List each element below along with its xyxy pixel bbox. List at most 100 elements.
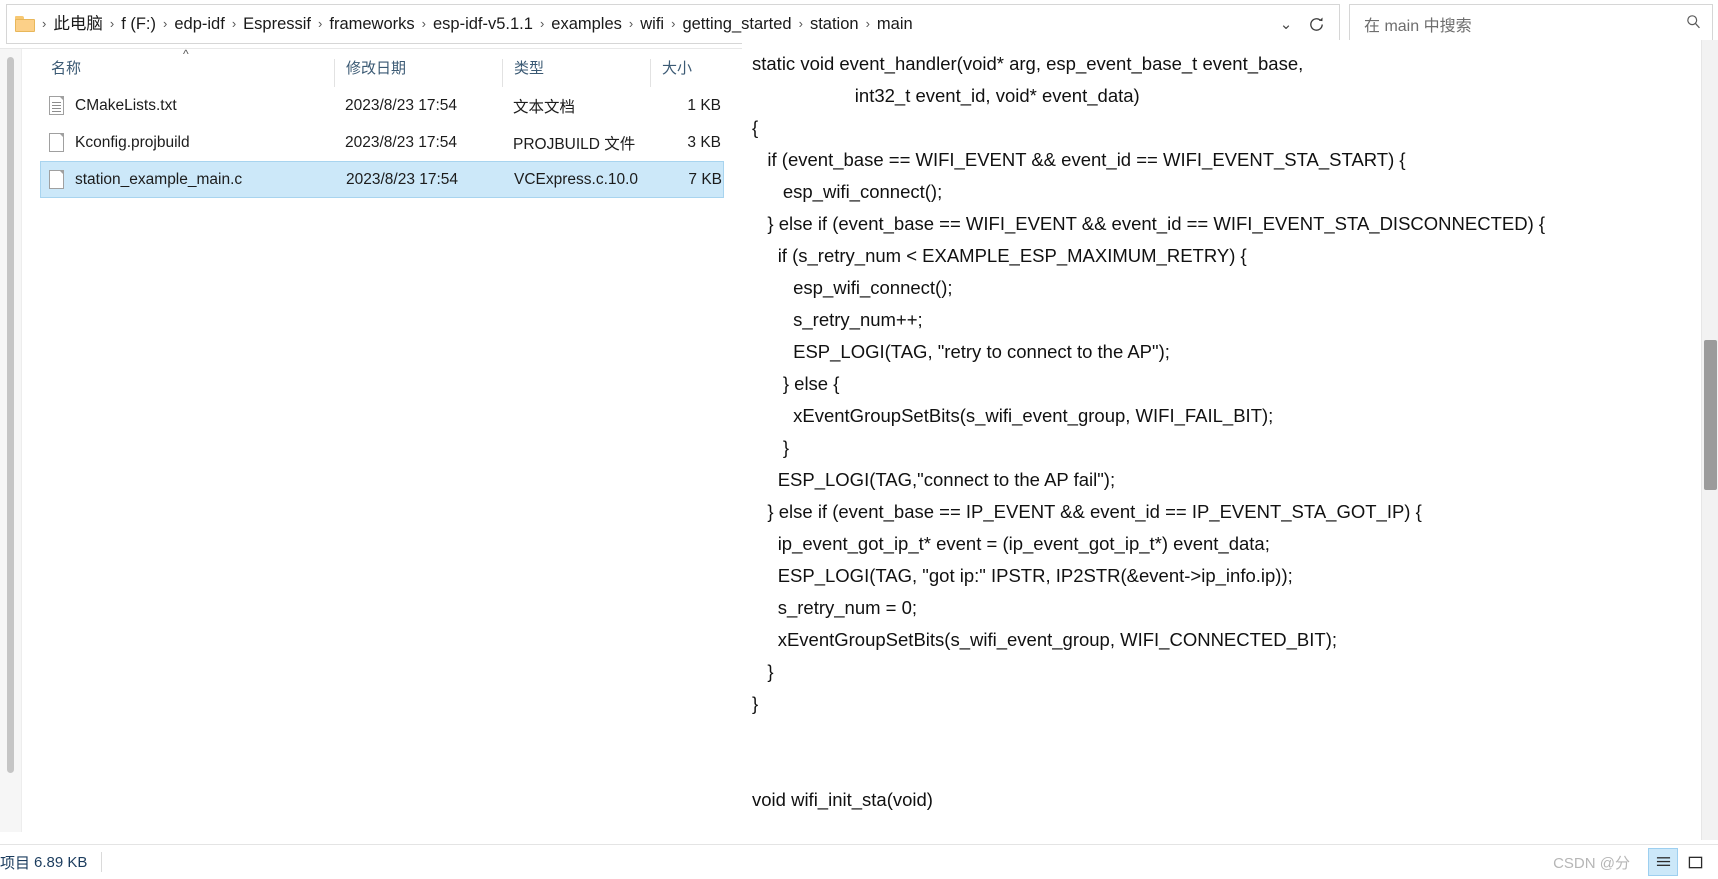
code-line: }	[752, 661, 774, 682]
csdn-watermark: CSDN @分	[1553, 855, 1630, 872]
file-list-pane: 名称 ^ 修改日期 类型 大小 CMakeLists.txt 2023/8/23 …	[0, 48, 742, 832]
preview-pane: static void event_handler(void* arg, esp…	[742, 40, 1718, 840]
breadcrumb-item-0[interactable]: 此电脑	[49, 11, 107, 37]
code-preview-text: static void event_handler(void* arg, esp…	[752, 48, 1718, 816]
breadcrumb-item-9[interactable]: station	[806, 11, 863, 37]
breadcrumb-address-box[interactable]: › 此电脑 › f (F:) › edp-idf › Espressif › frameworks…	[6, 4, 1340, 44]
breadcrumb-separator: ›	[109, 16, 115, 31]
sort-ascending-icon: ^	[183, 47, 189, 61]
breadcrumb-separator: ›	[671, 16, 676, 31]
column-header-date-label: 修改日期	[346, 60, 407, 77]
code-line: ip_event_got_ip_t* event = (ip_event_got…	[752, 533, 1270, 554]
column-header-type[interactable]: 类型	[502, 59, 650, 87]
code-line: ESP_LOGI(TAG, "got ip:" IPSTR, IP2STR(&e…	[752, 565, 1293, 586]
code-line: if (event_base == WIFI_EVENT && event_id…	[752, 149, 1406, 170]
file-size-cell: 1 KB	[687, 96, 721, 114]
breadcrumb-item-7[interactable]: wifi	[636, 11, 668, 37]
code-line: ESP_LOGI(TAG, "retry to connect to the A…	[752, 341, 1170, 362]
search-input[interactable]: 在 main 中搜索	[1349, 4, 1713, 44]
file-type-cell: VCExpress.c.10.0	[514, 170, 639, 188]
breadcrumb-item-4[interactable]: frameworks	[325, 11, 418, 37]
status-divider	[101, 852, 103, 872]
column-header-date[interactable]: 修改日期	[334, 59, 502, 87]
scrollbar-thumb[interactable]	[1704, 340, 1717, 490]
breadcrumb-separator: ›	[539, 16, 545, 31]
table-row[interactable]: Kconfig.projbuild 2023/8/23 17:54 PROJBUIL…	[40, 124, 724, 161]
breadcrumb-separator: ›	[865, 16, 870, 31]
search-icon	[1685, 13, 1702, 35]
chevron-down-icon[interactable]: ⌄	[1273, 15, 1299, 33]
breadcrumb-item-3[interactable]: Espressif	[239, 11, 315, 37]
file-name-label: CMakeLists.txt	[75, 96, 177, 114]
breadcrumb-item-2[interactable]: edp-idf	[170, 11, 228, 37]
code-line: int32_t event_id, void* event_data)	[752, 85, 1140, 106]
column-header-size-label: 大小	[662, 60, 693, 77]
search-placeholder: 在 main 中搜索	[1364, 18, 1472, 35]
folder-icon	[15, 16, 35, 32]
status-bar-right	[1646, 848, 1718, 876]
breadcrumb-item-8[interactable]: getting_started	[678, 11, 795, 37]
column-header-type-label: 类型	[514, 60, 545, 77]
code-line: xEventGroupSetBits(s_wifi_event_group, W…	[752, 629, 1337, 650]
file-date-cell: 2023/8/23 17:54	[346, 170, 459, 188]
column-header-name[interactable]: 名称 ^	[40, 48, 334, 87]
status-total-size: 6.89 KB	[34, 853, 88, 871]
breadcrumb-item-6[interactable]: examples	[547, 11, 626, 37]
generic-file-icon	[49, 133, 64, 152]
status-item-count: 项目	[0, 854, 31, 872]
file-list-column-headers: 名称 ^ 修改日期 类型 大小	[40, 48, 742, 87]
large-icons-view-icon[interactable]	[1680, 848, 1710, 876]
breadcrumb-item-10[interactable]: main	[873, 11, 917, 37]
code-line: } else if (event_base == WIFI_EVENT && e…	[752, 213, 1546, 234]
status-bar-left: 项目 6.89 KB	[0, 852, 116, 873]
breadcrumb-separator: ›	[163, 16, 168, 31]
file-name-cell: CMakeLists.txt	[40, 96, 345, 115]
breadcrumb-separator: ›	[318, 16, 323, 31]
file-name-label: Kconfig.projbuild	[75, 133, 190, 151]
preview-scrollbar[interactable]	[1701, 40, 1718, 840]
file-name-cell: Kconfig.projbuild	[40, 133, 345, 152]
code-line: esp_wifi_connect();	[752, 277, 953, 298]
file-size-cell: 3 KB	[687, 133, 721, 151]
breadcrumb-separator: ›	[42, 16, 47, 31]
file-list: CMakeLists.txt 2023/8/23 17:54 文本文档 1 KB Kco…	[40, 87, 724, 198]
file-date-cell: 2023/8/23 17:54	[345, 96, 458, 114]
code-line: if (s_retry_num < EXAMPLE_ESP_MAXIMUM_RE…	[752, 245, 1247, 266]
code-line: ESP_LOGI(TAG,"connect to the AP fail");	[752, 469, 1116, 490]
c-source-file-icon	[49, 170, 64, 189]
breadcrumb-separator: ›	[798, 16, 803, 31]
scrollbar-thumb[interactable]	[7, 57, 14, 773]
details-view-icon[interactable]	[1648, 848, 1678, 876]
breadcrumb-separator: ›	[421, 16, 426, 31]
file-type-cell: 文本文档	[513, 98, 576, 116]
code-line: s_retry_num++;	[752, 309, 923, 330]
status-bar: 项目 6.89 KB	[0, 844, 1718, 879]
column-header-name-label: 名称	[51, 60, 82, 77]
code-line: xEventGroupSetBits(s_wifi_event_group, W…	[752, 405, 1274, 426]
file-size-cell: 7 KB	[688, 170, 722, 188]
file-date-cell: 2023/8/23 17:54	[345, 133, 458, 151]
code-line: static void event_handler(void* arg, esp…	[752, 53, 1304, 74]
code-line: {	[752, 117, 759, 138]
code-line: esp_wifi_connect();	[752, 181, 943, 202]
code-line: void wifi_init_sta(void)	[752, 789, 933, 810]
breadcrumb-item-1[interactable]: f (F:)	[117, 11, 160, 37]
breadcrumb-separator: ›	[231, 16, 237, 31]
code-line: s_retry_num = 0;	[752, 597, 918, 618]
refresh-icon[interactable]	[1299, 7, 1333, 41]
navigation-pane-scrollbar[interactable]	[0, 49, 22, 832]
breadcrumb: › 此电脑 › f (F:) › edp-idf › Espressif › frameworks…	[39, 11, 1273, 37]
column-header-size[interactable]: 大小	[650, 59, 742, 87]
file-name-cell: station_example_main.c	[41, 170, 346, 189]
file-type-cell: PROJBUILD 文件	[513, 135, 636, 153]
table-row[interactable]: station_example_main.c 2023/8/23 17:54 VCE…	[40, 161, 724, 198]
breadcrumb-item-5[interactable]: esp-idf-v5.1.1	[429, 11, 537, 37]
table-row[interactable]: CMakeLists.txt 2023/8/23 17:54 文本文档 1 KB	[40, 87, 724, 124]
code-line: }	[752, 437, 790, 458]
code-line: } else {	[752, 373, 840, 394]
text-document-icon	[49, 96, 64, 115]
code-line: }	[752, 693, 759, 714]
code-line: } else if (event_base == IP_EVENT && eve…	[752, 501, 1422, 522]
